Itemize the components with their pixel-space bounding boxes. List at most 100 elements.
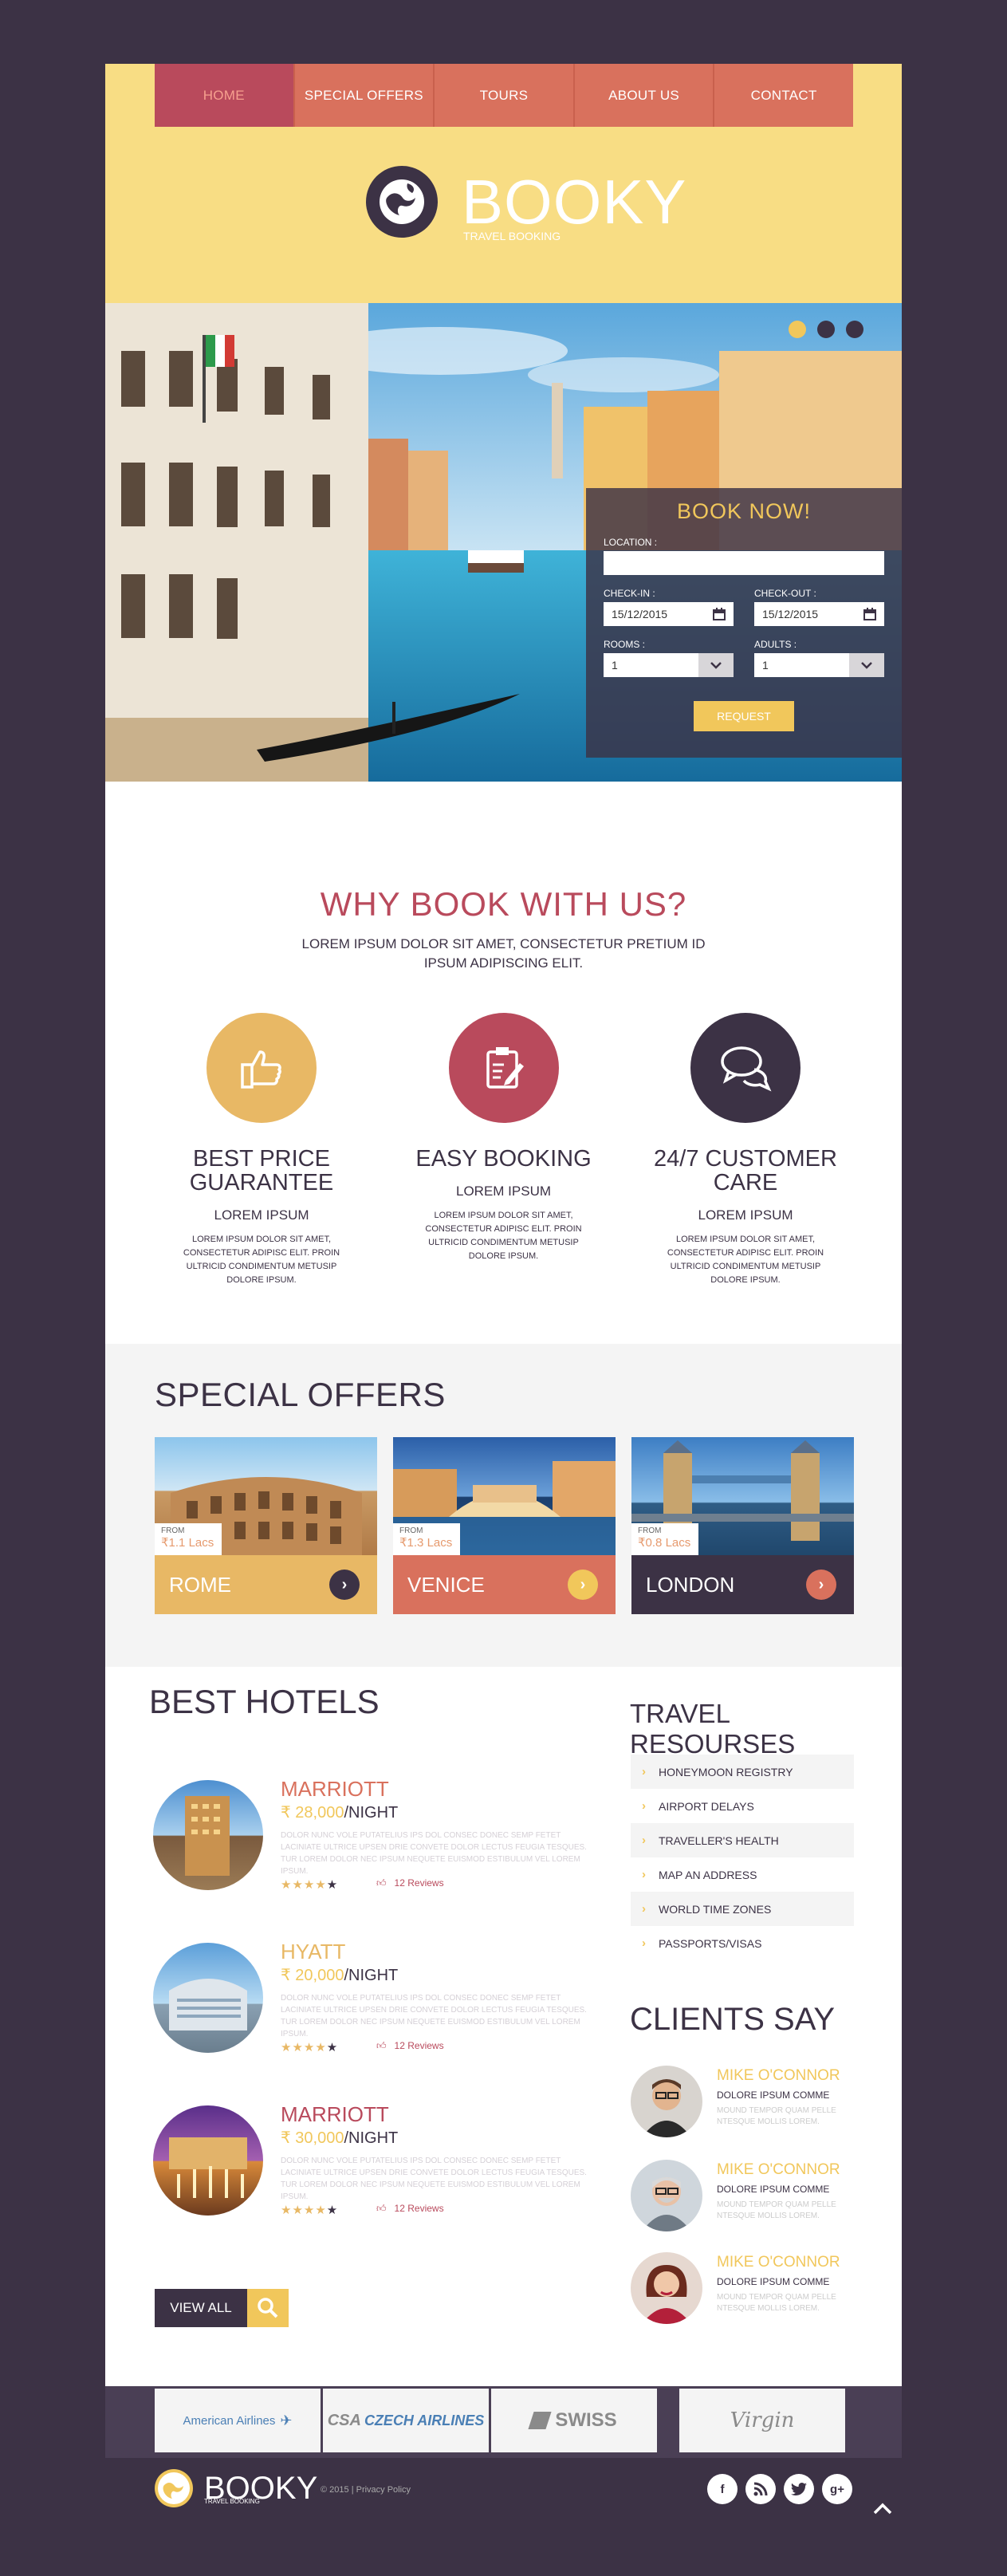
- offer-price-tag: FROM ₹1.1 Lacs: [155, 1523, 222, 1555]
- resource-item[interactable]: › WORLD TIME ZONES: [631, 1892, 854, 1926]
- resource-item[interactable]: › AIRPORT DELAYS: [631, 1789, 854, 1823]
- calendar-icon[interactable]: [713, 608, 726, 620]
- hotel-description: DOLOR NUNC VOLE PUTATELIUS IPS DOL CONSE…: [281, 1831, 587, 1876]
- nav-home[interactable]: HOME: [155, 64, 295, 127]
- hotel-card[interactable]: HYATT ₹ 20,000/NIGHT DOLOR NUNC VOLE PUT…: [153, 1940, 587, 2062]
- chat-bubbles-icon: [690, 1013, 800, 1123]
- checkin-input[interactable]: 15/12/2015: [604, 602, 734, 626]
- hotel-description: DOLOR NUNC VOLE PUTATELIUS IPS DOL CONSE…: [281, 1994, 587, 2038]
- feature-title: BEST PRICE GUARANTEE: [189, 1146, 334, 1195]
- checkout-label: CHECK-OUT :: [754, 588, 816, 599]
- hotel-price-amount: ₹ 20,000: [281, 1967, 344, 1984]
- feature-subtitle: LOREM IPSUM: [214, 1207, 309, 1223]
- offer-city: VENICE: [407, 1572, 485, 1597]
- offer-price: ₹1.1 Lacs: [161, 1536, 214, 1550]
- partner-logo-american-airlines[interactable]: American Airlines ✈: [155, 2389, 321, 2452]
- copyright[interactable]: © 2015 | Privacy Policy: [321, 2485, 411, 2495]
- checkin-label: CHECK-IN :: [604, 588, 655, 599]
- site-logo[interactable]: BOOKY TRAVEL BOOKING: [366, 166, 686, 242]
- arrow-right-icon[interactable]: ›: [329, 1570, 360, 1600]
- hotel-photo: [153, 2105, 263, 2216]
- location-input[interactable]: [604, 551, 884, 575]
- view-all-button[interactable]: VIEW ALL: [155, 2289, 289, 2327]
- nav-tours[interactable]: TOURS: [435, 64, 575, 127]
- slider-dot-3[interactable]: [846, 321, 863, 338]
- rooms-select[interactable]: 1: [604, 653, 734, 677]
- client-quote: MOUND TEMPOR QUAM PELLE NTESQUE MOLLIS L…: [717, 2293, 836, 2313]
- partner-logo-czech-airlines[interactable]: CSA CZECH AIRLINES: [323, 2389, 489, 2452]
- hotel-rating-stars: ★★★★★: [281, 2041, 339, 2054]
- resource-label: TRAVELLER'S HEALTH: [659, 1834, 779, 1847]
- rome-colosseum-image: FROM ₹1.1 Lacs: [155, 1437, 377, 1555]
- client-role: DOLORE IPSUM COMME: [717, 2184, 830, 2195]
- checkin-value: 15/12/2015: [612, 608, 668, 620]
- chevron-right-icon: ›: [642, 1799, 646, 1813]
- feature-easy-booking: EASY BOOKING LOREM IPSUM LOREM IPSUM DOL…: [411, 1013, 596, 1287]
- slider-dot-2[interactable]: [817, 321, 835, 338]
- nav-contact[interactable]: CONTACT: [714, 64, 853, 127]
- why-book-section: WHY BOOK WITH US? LOREM IPSUM DOLOR SIT …: [105, 885, 902, 1287]
- offer-price: ₹1.3 Lacs: [399, 1536, 453, 1550]
- site-footer: BOOKY TRAVEL BOOKING © 2015 | Privacy Po…: [105, 2458, 902, 2520]
- rss-icon[interactable]: [745, 2474, 776, 2504]
- hotel-card[interactable]: MARRIOTT ₹ 30,000/NIGHT DOLOR NUNC VOLE …: [153, 2102, 587, 2225]
- hotel-reviews[interactable]: 👍︎ 12 Reviews: [376, 1877, 444, 1889]
- booking-form: BOOK NOW! LOCATION : CHECK-IN : 15/12/20…: [586, 488, 902, 758]
- feature-best-price: BEST PRICE GUARANTEE LOREM IPSUM LOREM I…: [169, 1013, 354, 1287]
- chevron-down-icon[interactable]: [849, 653, 884, 677]
- client-role: DOLORE IPSUM COMME: [717, 2276, 830, 2287]
- hotel-name[interactable]: HYATT: [281, 1940, 345, 1964]
- chevron-down-icon[interactable]: [698, 653, 734, 677]
- hotel-card[interactable]: MARRIOTT ₹ 28,000/NIGHT DOLOR NUNC VOLE …: [153, 1777, 587, 1900]
- twitter-icon[interactable]: [784, 2474, 814, 2504]
- resource-item[interactable]: › TRAVELLER'S HEALTH: [631, 1823, 854, 1857]
- special-offers-section: SPECIAL OFFERS FROM ₹1.1 Lacs ROME › FROM ₹…: [105, 1344, 902, 1667]
- nav-about-us[interactable]: ABOUT US: [574, 64, 715, 127]
- hotel-price-amount: ₹ 30,000: [281, 2129, 344, 2147]
- offer-price-tag: FROM ₹0.8 Lacs: [631, 1523, 699, 1555]
- offer-card-london[interactable]: FROM ₹0.8 Lacs LONDON ›: [631, 1437, 854, 1614]
- feature-subtitle: LOREM IPSUM: [698, 1207, 793, 1223]
- arrow-right-icon[interactable]: ›: [806, 1570, 836, 1600]
- nav-special-offers[interactable]: SPECIAL OFFERS: [294, 64, 435, 127]
- slider-dot-1[interactable]: [789, 321, 806, 338]
- resource-item[interactable]: › HONEYMOON REGISTRY: [631, 1755, 854, 1789]
- from-label: FROM: [161, 1526, 185, 1535]
- client-name: MIKE O'CONNOR: [717, 2067, 840, 2084]
- partner-logo-swiss[interactable]: SWISS: [491, 2389, 657, 2452]
- request-button[interactable]: REQUEST: [694, 701, 794, 731]
- feature-text: LOREM IPSUM DOLOR SIT AMET, CONSECTETUR …: [425, 1211, 582, 1261]
- thumbs-up-icon: 👍︎: [376, 2203, 387, 2214]
- client-testimonial: MIKE O'CONNOR DOLORE IPSUM COMME MOUND T…: [631, 2252, 862, 2326]
- thumbs-up-icon: 👍︎: [376, 2040, 387, 2051]
- partner-name: CZECH AIRLINES: [364, 2412, 485, 2428]
- resource-item[interactable]: › PASSPORTS/VISAS: [631, 1926, 854, 1960]
- adults-value: 1: [762, 659, 769, 672]
- hotel-name[interactable]: MARRIOTT: [281, 1777, 389, 1802]
- adults-select[interactable]: 1: [754, 653, 884, 677]
- facebook-icon[interactable]: f: [707, 2474, 738, 2504]
- hotel-reviews[interactable]: 👍︎ 12 Reviews: [376, 2040, 444, 2052]
- resource-item[interactable]: › MAP AN ADDRESS: [631, 1857, 854, 1892]
- partner-logo-virgin[interactable]: Virgin: [679, 2389, 845, 2452]
- hotel-price: ₹ 30,000/NIGHT: [281, 2128, 398, 2148]
- google-plus-icon[interactable]: g+: [822, 2474, 852, 2504]
- checkout-input[interactable]: 15/12/2015: [754, 602, 884, 626]
- resource-label: WORLD TIME ZONES: [659, 1902, 772, 1916]
- reviews-count: 12 Reviews: [394, 1877, 444, 1889]
- hotel-reviews[interactable]: 👍︎ 12 Reviews: [376, 2203, 444, 2215]
- hotel-name[interactable]: MARRIOTT: [281, 2102, 389, 2127]
- feature-customer-care: 24/7 CUSTOMER CARE LOREM IPSUM LOREM IPS…: [653, 1013, 838, 1287]
- arrow-right-icon[interactable]: ›: [568, 1570, 598, 1600]
- offer-card-venice[interactable]: FROM ₹1.3 Lacs VENICE ›: [393, 1437, 616, 1614]
- chevron-right-icon: ›: [642, 1936, 646, 1950]
- avatar: [631, 2252, 702, 2324]
- resource-label: HONEYMOON REGISTRY: [659, 1765, 793, 1778]
- london-bridge-image: FROM ₹0.8 Lacs: [631, 1437, 854, 1555]
- feature-title: 24/7 CUSTOMER CARE: [654, 1146, 837, 1195]
- calendar-icon[interactable]: [863, 608, 876, 620]
- back-to-top-button[interactable]: [863, 2498, 902, 2520]
- offer-card-rome[interactable]: FROM ₹1.1 Lacs ROME ›: [155, 1437, 377, 1614]
- hotel-price-unit: /NIGHT: [344, 1967, 399, 1984]
- swiss-flag-icon: [528, 2412, 552, 2429]
